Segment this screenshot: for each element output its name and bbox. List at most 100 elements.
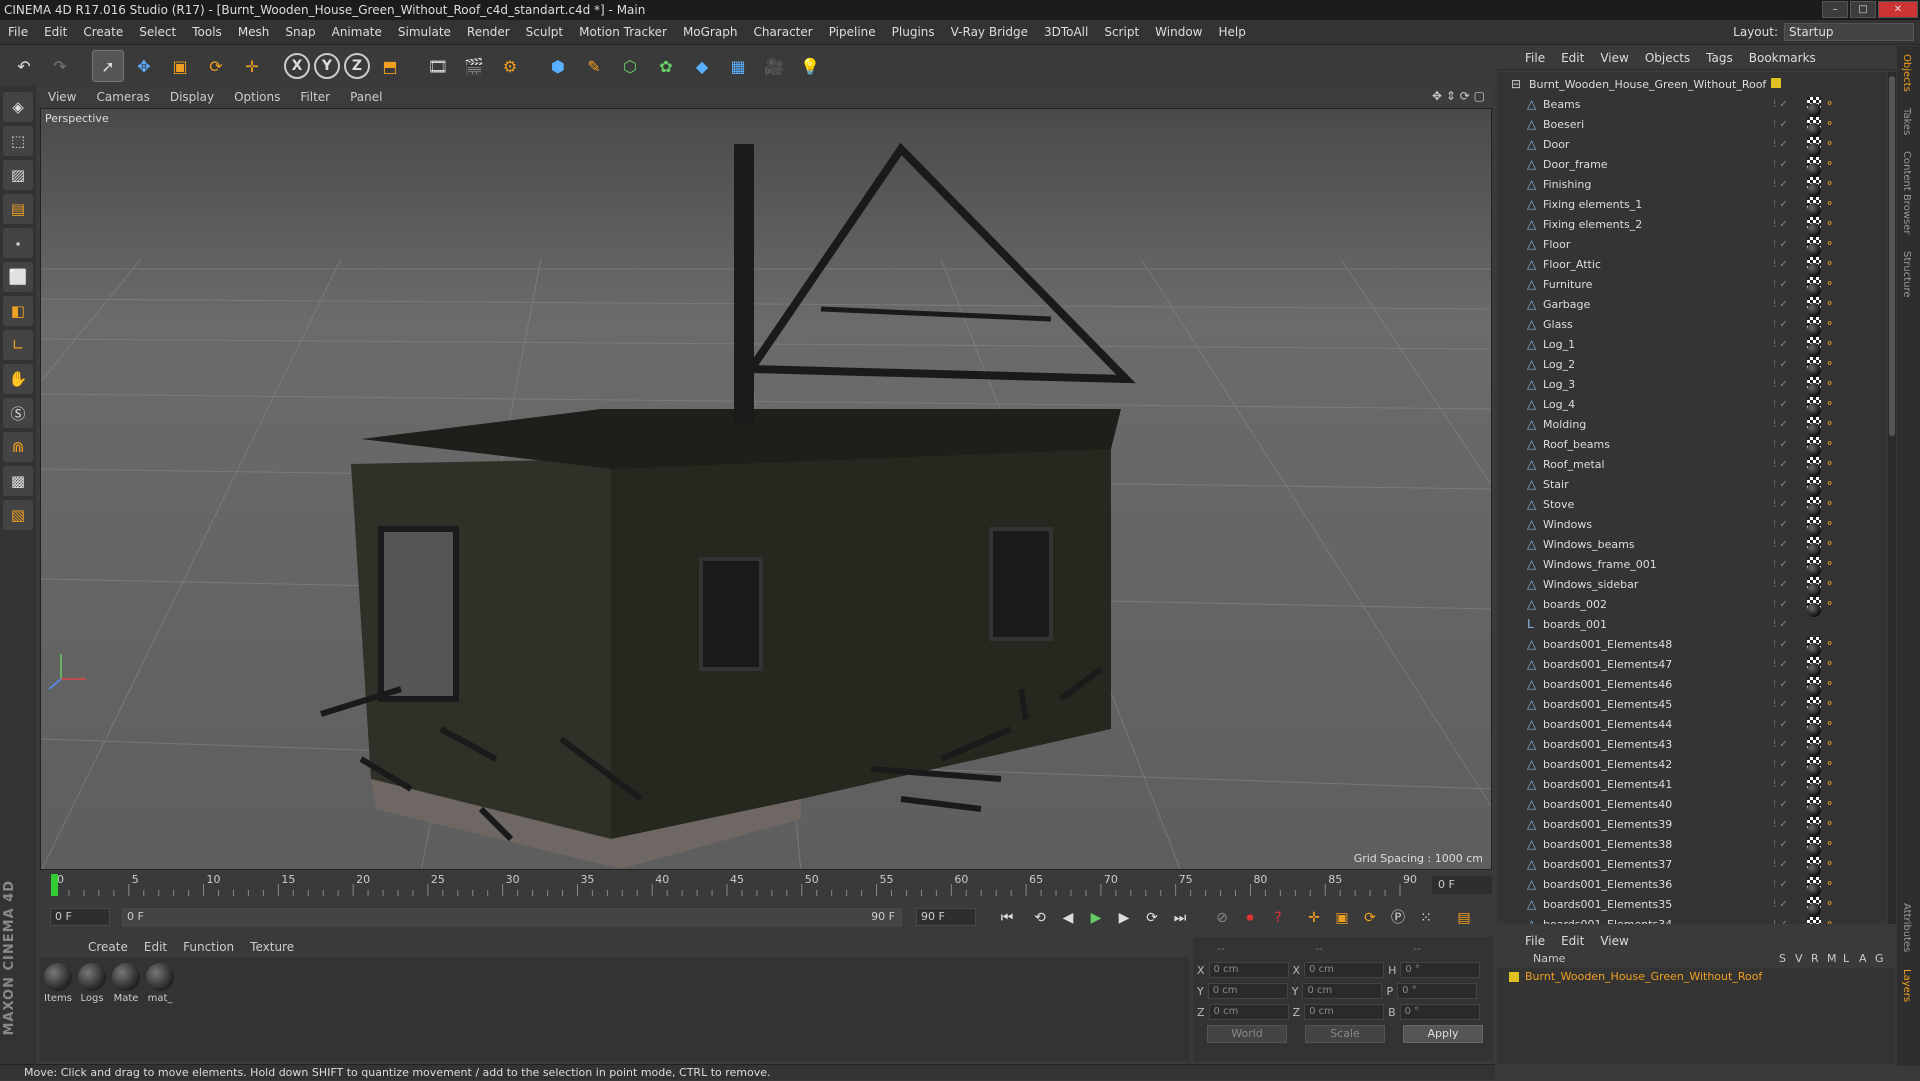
coord-scale-dropdown[interactable]: Scale: [1305, 1025, 1385, 1043]
render-picture-viewer-icon[interactable]: 🎬: [458, 50, 490, 82]
move-icon[interactable]: ✥: [128, 50, 160, 82]
menu-plugins[interactable]: Plugins: [884, 25, 943, 39]
close-button[interactable]: ✕: [1878, 1, 1918, 18]
x-axis-icon[interactable]: X: [284, 53, 310, 79]
object-row[interactable]: △ boards001_Elements48 ⁝ ✓ ⚬: [1497, 634, 1887, 657]
phong-tag-icon[interactable]: ⚬: [1825, 117, 1839, 131]
phong-tag-icon[interactable]: ⚬: [1825, 777, 1839, 791]
object-row[interactable]: △ Beams ⁝ ✓ ⚬: [1497, 94, 1887, 117]
phong-tag-icon[interactable]: ⚬: [1825, 857, 1839, 871]
phong-tag-icon[interactable]: ⚬: [1825, 217, 1839, 231]
menu-motion-tracker[interactable]: Motion Tracker: [571, 25, 675, 39]
phong-tag-icon[interactable]: ⚬: [1825, 337, 1839, 351]
visibility-flags-icon[interactable]: ⁝ ✓: [1773, 419, 1788, 430]
phong-tag-icon[interactable]: ⚬: [1825, 317, 1839, 331]
prev-key-icon[interactable]: ⟲: [1028, 907, 1052, 929]
visibility-flags-icon[interactable]: ⁝ ✓: [1773, 439, 1788, 450]
phong-tag-icon[interactable]: ⚬: [1825, 377, 1839, 391]
object-row[interactable]: △ Roof_beams ⁝ ✓ ⚬: [1497, 434, 1887, 457]
object-row[interactable]: △ Furniture ⁝ ✓ ⚬: [1497, 274, 1887, 297]
objects-menu-tags[interactable]: Tags: [1698, 51, 1741, 65]
record-keys-icon[interactable]: ⊘: [1210, 907, 1234, 929]
visibility-flags-icon[interactable]: ⁝ ✓: [1773, 119, 1788, 130]
material-menu-edit[interactable]: Edit: [136, 940, 175, 954]
phong-tag-icon[interactable]: ⚬: [1825, 457, 1839, 471]
layout-dropdown[interactable]: Startup: [1784, 23, 1914, 41]
menu-window[interactable]: Window: [1147, 25, 1210, 39]
light-icon[interactable]: 💡: [794, 50, 826, 82]
material-slot[interactable]: Logs: [76, 963, 108, 1004]
magnet-icon[interactable]: ⋒: [3, 432, 33, 462]
phong-tag-icon[interactable]: ⚬: [1825, 817, 1839, 831]
layers-menu-file[interactable]: File: [1517, 934, 1553, 948]
maximize-button[interactable]: □: [1850, 1, 1876, 18]
position-y-field[interactable]: 0 cm: [1207, 983, 1288, 999]
phong-tag-icon[interactable]: ⚬: [1825, 97, 1839, 111]
visibility-flags-icon[interactable]: ⁝ ✓: [1773, 279, 1788, 290]
layer-row[interactable]: Burnt_Wooden_House_Green_Without_Roof: [1509, 970, 1762, 983]
phong-tag-icon[interactable]: ⚬: [1825, 557, 1839, 571]
size-z-field[interactable]: 0 cm: [1304, 1004, 1385, 1020]
phong-tag-icon[interactable]: ⚬: [1825, 497, 1839, 511]
scale-icon[interactable]: ▣: [164, 50, 196, 82]
menu-character[interactable]: Character: [745, 25, 820, 39]
visibility-flags-icon[interactable]: ⁝ ✓: [1773, 759, 1788, 770]
object-row[interactable]: △ Windows_sidebar ⁝ ✓ ⚬: [1497, 574, 1887, 597]
object-row[interactable]: △ boards001_Elements47 ⁝ ✓ ⚬: [1497, 654, 1887, 677]
visibility-flags-icon[interactable]: ⁝ ✓: [1773, 339, 1788, 350]
prev-frame-icon[interactable]: ◀: [1056, 907, 1080, 929]
objects-menu-bookmarks[interactable]: Bookmarks: [1741, 51, 1824, 65]
visibility-flags-icon[interactable]: ⁝ ✓: [1773, 819, 1788, 830]
preview-range-slider[interactable]: 0 F 90 F: [122, 908, 902, 926]
menu-create[interactable]: Create: [75, 25, 131, 39]
layers-menu-edit[interactable]: Edit: [1553, 934, 1592, 948]
pen-spline-icon[interactable]: ✎: [578, 50, 610, 82]
play-icon[interactable]: ▶: [1084, 907, 1108, 929]
axis-mode-icon[interactable]: ∟: [3, 330, 33, 360]
subdivision-icon[interactable]: ⬡: [614, 50, 646, 82]
phong-tag-icon[interactable]: ⚬: [1825, 577, 1839, 591]
key-rotation-icon[interactable]: ⟳: [1358, 907, 1382, 929]
menu-script[interactable]: Script: [1096, 25, 1147, 39]
tab-objects[interactable]: Objects: [1897, 46, 1916, 100]
visibility-flags-icon[interactable]: ⁝ ✓: [1773, 459, 1788, 470]
object-row[interactable]: △ boards_002 ⁝ ✓ ⚬: [1497, 594, 1887, 617]
polygons-mode-icon[interactable]: ◧: [3, 296, 33, 326]
workplane-icon[interactable]: ▤: [3, 194, 33, 224]
scrollbar-thumb[interactable]: [1889, 76, 1895, 436]
object-row[interactable]: △ boards001_Elements38 ⁝ ✓ ⚬: [1497, 834, 1887, 857]
object-row[interactable]: △ Log_1 ⁝ ✓ ⚬: [1497, 334, 1887, 357]
size-x-field[interactable]: 0 cm: [1304, 962, 1385, 978]
object-row[interactable]: △ boards001_Elements37 ⁝ ✓ ⚬: [1497, 854, 1887, 877]
object-row[interactable]: △ Glass ⁝ ✓ ⚬: [1497, 314, 1887, 337]
tab-structure[interactable]: Structure: [1897, 243, 1916, 306]
material-menu-function[interactable]: Function: [175, 940, 242, 954]
edges-mode-icon[interactable]: ⬜: [3, 262, 33, 292]
visibility-flags-icon[interactable]: ⁝ ✓: [1773, 159, 1788, 170]
phong-tag-icon[interactable]: ⚬: [1825, 437, 1839, 451]
autokey-icon[interactable]: ⏺: [1238, 907, 1262, 929]
viewport-menu-display[interactable]: Display: [160, 90, 224, 104]
visibility-flags-icon[interactable]: ⁝ ✓: [1773, 479, 1788, 490]
undo-icon[interactable]: ↶: [8, 50, 40, 82]
object-row[interactable]: △ boards001_Elements42 ⁝ ✓ ⚬: [1497, 754, 1887, 777]
object-row[interactable]: △ Log_3 ⁝ ✓ ⚬: [1497, 374, 1887, 397]
menu-select[interactable]: Select: [131, 25, 184, 39]
phong-tag-icon[interactable]: ⚬: [1825, 277, 1839, 291]
phong-tag-icon[interactable]: ⚬: [1825, 797, 1839, 811]
phong-tag-icon[interactable]: ⚬: [1825, 297, 1839, 311]
visibility-flags-icon[interactable]: ⁝ ✓: [1773, 519, 1788, 530]
phong-tag-icon[interactable]: ⚬: [1825, 597, 1839, 611]
visibility-flags-icon[interactable]: ⁝ ✓: [1773, 139, 1788, 150]
phong-tag-icon[interactable]: ⚬: [1825, 357, 1839, 371]
phong-tag-icon[interactable]: ⚬: [1825, 677, 1839, 691]
phong-tag-icon[interactable]: ⚬: [1825, 537, 1839, 551]
viewport-menu-panel[interactable]: Panel: [340, 90, 392, 104]
phong-tag-icon[interactable]: ⚬: [1825, 917, 1839, 924]
object-row[interactable]: △ Windows ⁝ ✓ ⚬: [1497, 514, 1887, 537]
position-z-field[interactable]: 0 cm: [1208, 1004, 1289, 1020]
key-pla-icon[interactable]: ⁙: [1414, 907, 1438, 929]
menu-animate[interactable]: Animate: [324, 25, 390, 39]
visibility-flags-icon[interactable]: ⁝ ✓: [1773, 619, 1788, 630]
viewport-menu-options[interactable]: Options: [224, 90, 290, 104]
